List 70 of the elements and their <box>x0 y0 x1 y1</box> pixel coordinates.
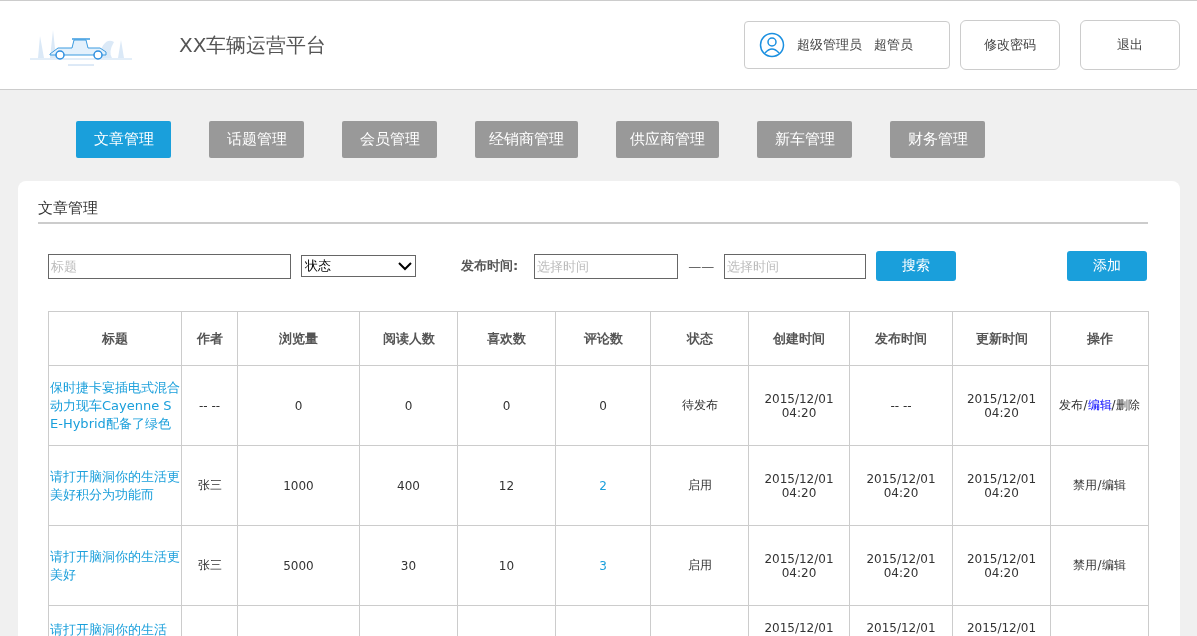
comments-link[interactable]: 2 <box>599 478 607 493</box>
comments-link[interactable]: 3 <box>599 558 607 573</box>
readers-count: 0 <box>404 398 413 413</box>
publish-time-label: 发布时间: <box>461 257 519 275</box>
title-field[interactable]: 标题 <box>48 253 291 279</box>
action-links[interactable]: /删除 <box>1111 398 1140 412</box>
panel-title: 文章管理 <box>38 199 1148 224</box>
column-header: 状态 <box>650 311 749 366</box>
nav-tab[interactable]: 文章管理 <box>76 121 171 158</box>
updated-time: 2015/12/01 <box>966 621 1037 635</box>
nav-tab[interactable]: 新车管理 <box>757 121 852 158</box>
nav-tab[interactable]: 话题管理 <box>209 121 304 158</box>
user-role: 超级管理员 <box>797 36 862 54</box>
search-button[interactable]: 搜索 <box>876 251 957 281</box>
author-text: 张三 <box>197 478 222 492</box>
status-text: 启用 <box>687 558 712 572</box>
column-header: 评论数 <box>555 311 651 366</box>
likes-count: 10 <box>498 558 515 573</box>
column-header: 创建时间 <box>748 311 850 366</box>
updated-time: 2015/12/01 04:20 <box>966 551 1037 580</box>
readers-count: 30 <box>400 558 417 573</box>
chevron-down-icon <box>398 261 412 271</box>
likes-count: 0 <box>502 398 511 413</box>
status-select[interactable]: 状态 <box>301 255 416 277</box>
status-text: 待发布 <box>681 398 718 412</box>
user-icon <box>759 32 785 58</box>
published-time: 2015/12/01 04:20 <box>866 551 936 580</box>
column-header: 发布时间 <box>849 311 953 366</box>
created-time: 2015/12/01 <box>764 621 834 635</box>
views-count: 0 <box>294 398 303 413</box>
readers-count: 400 <box>397 478 420 493</box>
published-time: -- -- <box>890 398 912 413</box>
views-count: 1000 <box>283 478 314 493</box>
action-links[interactable]: 禁用/编辑 <box>1073 478 1126 492</box>
column-header: 操作 <box>1050 311 1149 366</box>
edit-link[interactable]: 编辑 <box>1087 398 1112 412</box>
action-links[interactable]: 发布/ <box>1059 398 1088 412</box>
created-time: 2015/12/01 04:20 <box>764 391 834 420</box>
created-time: 2015/12/01 04:20 <box>764 471 834 500</box>
column-header: 阅读人数 <box>359 311 458 366</box>
created-time: 2015/12/01 04:20 <box>764 551 834 580</box>
nav-tab[interactable]: 财务管理 <box>890 121 985 158</box>
app-title: XX车辆运营平台 <box>179 31 328 59</box>
change-password-button[interactable]: 修改密码 <box>960 20 1060 70</box>
views-count: 5000 <box>283 558 314 573</box>
updated-time: 2015/12/01 04:20 <box>966 471 1037 500</box>
comments-count: 0 <box>599 398 607 413</box>
status-text: 启用 <box>687 478 712 492</box>
end-time-field[interactable]: 选择时间 <box>724 253 867 279</box>
action-links[interactable]: 禁用/编辑 <box>1073 558 1126 572</box>
published-time: 2015/12/01 04:20 <box>866 471 936 500</box>
column-header: 喜欢数 <box>457 311 556 366</box>
user-info[interactable]: 超级管理员 超管员 <box>744 21 950 69</box>
updated-time: 2015/12/01 04:20 <box>966 391 1037 420</box>
start-time-field[interactable]: 选择时间 <box>534 253 679 279</box>
nav-tab[interactable]: 经销商管理 <box>475 121 578 158</box>
column-header: 浏览量 <box>237 311 360 366</box>
column-header: 作者 <box>181 311 238 366</box>
logout-button[interactable]: 退出 <box>1080 20 1180 70</box>
range-separator: —— <box>688 258 715 274</box>
column-header: 更新时间 <box>952 311 1051 366</box>
published-time: 2015/12/01 <box>866 621 936 635</box>
nav-tab[interactable]: 会员管理 <box>342 121 437 158</box>
nav-tab[interactable]: 供应商管理 <box>616 121 719 158</box>
user-name: 超管员 <box>874 36 913 54</box>
author-text: 张三 <box>197 558 222 572</box>
column-header: 标题 <box>48 311 182 366</box>
add-button[interactable]: 添加 <box>1067 251 1148 281</box>
likes-count: 12 <box>498 478 515 493</box>
author-text: -- -- <box>198 398 221 413</box>
